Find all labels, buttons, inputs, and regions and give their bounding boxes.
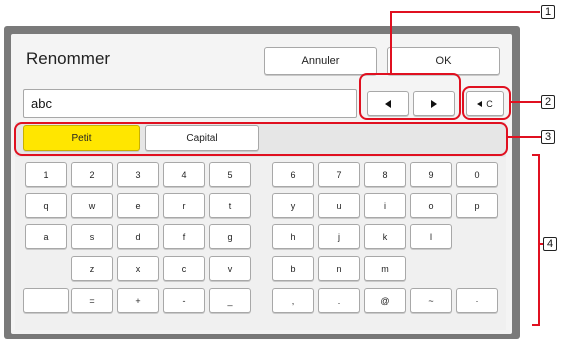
key-9[interactable]: 9 (410, 162, 452, 187)
key-f[interactable]: f (163, 224, 205, 249)
leader-line-3 (508, 136, 541, 138)
key-k[interactable]: k (364, 224, 406, 249)
key-p[interactable]: p (456, 193, 498, 218)
key-comma[interactable]: , (272, 288, 314, 313)
key-middle-dot[interactable]: · (456, 288, 498, 313)
key-4[interactable]: 4 (163, 162, 205, 187)
dialog-title: Renommer (26, 49, 111, 68)
key-r[interactable]: r (163, 193, 205, 218)
key-8[interactable]: 8 (364, 162, 406, 187)
key-a[interactable]: a (25, 224, 67, 249)
key-o[interactable]: o (410, 193, 452, 218)
key-e[interactable]: e (117, 193, 159, 218)
key-7[interactable]: 7 (318, 162, 360, 187)
key-h[interactable]: h (272, 224, 314, 249)
name-input[interactable]: abc (23, 89, 357, 118)
key-minus[interactable]: - (163, 288, 205, 313)
key-0[interactable]: 0 (456, 162, 498, 187)
key-s[interactable]: s (71, 224, 113, 249)
leader-line-2 (511, 101, 541, 103)
key-3[interactable]: 3 (117, 162, 159, 187)
highlight-box-2 (462, 86, 511, 120)
key-v[interactable]: v (209, 256, 251, 281)
bracket-4 (532, 154, 540, 326)
key-underscore[interactable]: _ (209, 288, 251, 313)
key-2[interactable]: 2 (71, 162, 113, 187)
callout-4: 4 (543, 237, 557, 251)
key-i[interactable]: i (364, 193, 406, 218)
key-u[interactable]: u (318, 193, 360, 218)
key-x[interactable]: x (117, 256, 159, 281)
highlight-box-1 (359, 73, 461, 120)
callout-2: 2 (541, 95, 555, 109)
key-y[interactable]: y (272, 193, 314, 218)
highlight-box-3 (14, 122, 508, 156)
key-space[interactable] (23, 288, 69, 313)
key-tilde[interactable]: ~ (410, 288, 452, 313)
callout-3: 3 (541, 130, 555, 144)
key-m[interactable]: m (364, 256, 406, 281)
key-1[interactable]: 1 (25, 162, 67, 187)
key-period[interactable]: . (318, 288, 360, 313)
key-b[interactable]: b (272, 256, 314, 281)
leader-line-1 (390, 11, 540, 13)
key-d[interactable]: d (117, 224, 159, 249)
key-l[interactable]: l (410, 224, 452, 249)
key-n[interactable]: n (318, 256, 360, 281)
key-equals[interactable]: = (71, 288, 113, 313)
key-6[interactable]: 6 (272, 162, 314, 187)
key-at[interactable]: @ (364, 288, 406, 313)
leader-line-1-drop (390, 11, 392, 74)
ok-button[interactable]: OK (387, 47, 500, 75)
key-t[interactable]: t (209, 193, 251, 218)
key-j[interactable]: j (318, 224, 360, 249)
key-w[interactable]: w (71, 193, 113, 218)
cancel-button[interactable]: Annuler (264, 47, 377, 75)
key-5[interactable]: 5 (209, 162, 251, 187)
key-g[interactable]: g (209, 224, 251, 249)
key-c[interactable]: c (163, 256, 205, 281)
key-z[interactable]: z (71, 256, 113, 281)
key-q[interactable]: q (25, 193, 67, 218)
key-plus[interactable]: + (117, 288, 159, 313)
callout-1: 1 (541, 5, 555, 19)
